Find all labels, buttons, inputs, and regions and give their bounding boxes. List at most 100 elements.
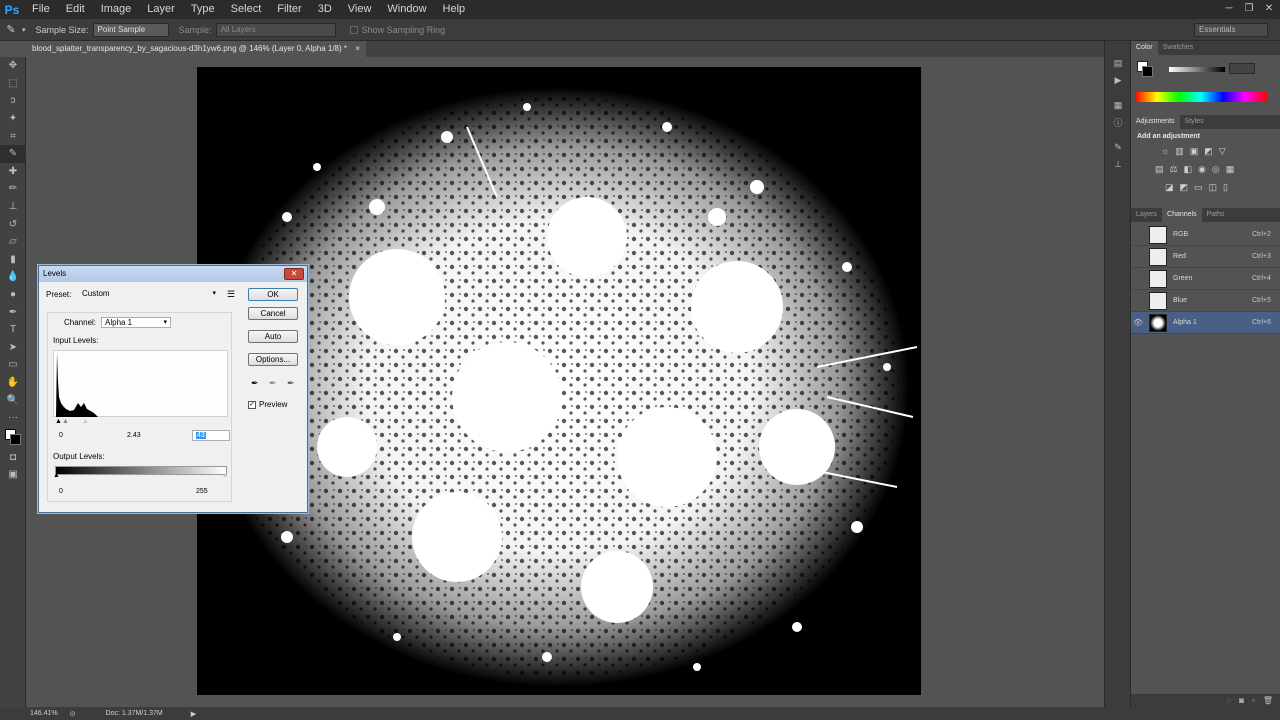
brush-tool-icon[interactable]: ✏ <box>0 180 26 198</box>
output-white-slider[interactable]: ▲ <box>222 472 229 479</box>
options-button[interactable]: Options... <box>248 353 298 366</box>
move-tool-icon[interactable]: ✥ <box>0 57 26 75</box>
menu-filter[interactable]: Filter <box>269 0 309 19</box>
tab-swatches[interactable]: Swatches <box>1158 41 1198 55</box>
history-panel-icon[interactable]: ▤ <box>1105 55 1131 72</box>
black-eyedropper-icon[interactable]: ✒ <box>251 378 259 389</box>
quick-select-tool-icon[interactable]: ✦ <box>0 110 26 128</box>
dialog-titlebar[interactable]: Levels ✕ <box>39 266 307 282</box>
save-selection-icon[interactable]: ◙ <box>1239 696 1244 705</box>
close-icon[interactable]: ✕ <box>284 268 304 280</box>
output-black-field[interactable]: 0 <box>55 486 93 497</box>
tab-channels[interactable]: Channels <box>1162 208 1202 222</box>
tab-adjustments[interactable]: Adjustments <box>1131 115 1180 129</box>
load-selection-icon[interactable]: ◌ <box>1226 696 1231 705</box>
menu-edit[interactable]: Edit <box>58 0 93 19</box>
preview-checkbox[interactable]: ✓ <box>248 401 256 409</box>
quick-mask-icon[interactable]: ◘ <box>0 448 26 466</box>
zoom-level[interactable]: 146.41% <box>30 710 58 717</box>
cancel-button[interactable]: Cancel <box>248 307 298 320</box>
type-tool-icon[interactable]: T <box>0 321 26 339</box>
output-black-slider[interactable]: ▲ <box>53 472 60 479</box>
minimize-icon[interactable]: ─ <box>1222 2 1236 14</box>
menu-layer[interactable]: Layer <box>139 0 183 19</box>
status-menu-arrow-icon[interactable]: ▶ <box>191 710 196 718</box>
tab-layers[interactable]: Layers <box>1131 208 1162 222</box>
info-panel-icon[interactable]: ⓘ <box>1105 114 1131 131</box>
menu-window[interactable]: Window <box>379 0 434 19</box>
zoom-tool-icon[interactable]: 🔍 <box>0 391 26 409</box>
marquee-tool-icon[interactable]: ⬚ <box>0 75 26 93</box>
menu-select[interactable]: Select <box>223 0 270 19</box>
sampling-ring-checkbox[interactable] <box>349 25 358 34</box>
menu-3d[interactable]: 3D <box>310 0 340 19</box>
restore-icon[interactable]: ❐ <box>1242 2 1256 14</box>
background-color-icon[interactable] <box>1142 66 1153 77</box>
auto-button[interactable]: Auto <box>248 330 298 343</box>
pen-tool-icon[interactable]: ✒ <box>0 303 26 321</box>
screen-mode-icon[interactable]: ▣ <box>0 466 26 484</box>
input-black-field[interactable]: 0 <box>55 430 93 441</box>
delete-channel-icon[interactable]: 🗑 <box>1263 696 1273 705</box>
brush-panel-icon[interactable]: ✎ <box>1105 139 1131 156</box>
menu-type[interactable]: Type <box>183 0 223 19</box>
tab-styles[interactable]: Styles <box>1180 115 1209 129</box>
sample-select[interactable]: All Layers <box>215 22 336 37</box>
actions-panel-icon[interactable]: ▶ <box>1105 72 1131 89</box>
tab-color[interactable]: Color <box>1131 41 1158 55</box>
menu-help[interactable]: Help <box>435 0 474 19</box>
menu-image[interactable]: Image <box>93 0 140 19</box>
preset-select[interactable]: Custom <box>79 289 219 300</box>
sample-size-select[interactable]: Point Sample <box>92 22 169 37</box>
channel-row-blue[interactable]: Blue Ctrl+5 <box>1131 290 1280 312</box>
more-tools-icon[interactable]: ··· <box>0 409 26 427</box>
clone-stamp-tool-icon[interactable]: ⊥ <box>0 198 26 216</box>
input-gamma-field[interactable]: 2.43 <box>123 430 161 441</box>
output-white-field[interactable]: 255 <box>192 486 230 497</box>
path-select-tool-icon[interactable]: ➤ <box>0 339 26 357</box>
lasso-tool-icon[interactable]: ↄ <box>0 92 26 110</box>
hand-tool-icon[interactable]: ✋ <box>0 374 26 392</box>
menu-view[interactable]: View <box>340 0 380 19</box>
menu-file[interactable]: File <box>24 0 58 19</box>
eyedropper-tool-icon[interactable]: ✎ <box>0 23 22 36</box>
channel-row-red[interactable]: Red Ctrl+3 <box>1131 246 1280 268</box>
ok-button[interactable]: OK <box>248 288 298 301</box>
clone-source-panel-icon[interactable]: ⊥ <box>1105 156 1131 173</box>
tool-preset-chevron-icon[interactable]: ▾ <box>22 26 26 34</box>
dodge-tool-icon[interactable]: ● <box>0 286 26 304</box>
gray-eyedropper-icon[interactable]: ✒ <box>269 378 277 389</box>
healing-brush-tool-icon[interactable]: ✚ <box>0 163 26 181</box>
properties-panel-icon[interactable]: ▦ <box>1105 97 1131 114</box>
preset-options-icon[interactable]: ☰ <box>227 289 235 300</box>
channel-row-alpha-1[interactable]: 👁 Alpha 1 Ctrl+6 <box>1131 312 1280 334</box>
close-icon[interactable]: ✕ <box>1262 2 1276 14</box>
workspace-select[interactable]: Essentials <box>1194 23 1268 37</box>
eraser-tool-icon[interactable]: ▱ <box>0 233 26 251</box>
spectrum-bar[interactable] <box>1135 92 1267 102</box>
crop-tool-icon[interactable]: ⌗ <box>0 127 26 145</box>
eye-icon[interactable]: 👁 <box>1131 318 1145 327</box>
channel-select[interactable]: Alpha 1 <box>101 317 171 328</box>
k-slider[interactable] <box>1169 67 1225 72</box>
document-tab[interactable]: blood_splatter_transparency_by_sagacious… <box>26 41 366 57</box>
eyedropper-tool-icon[interactable]: ✎ <box>0 144 26 163</box>
gradient-tool-icon[interactable]: ▮ <box>0 251 26 269</box>
history-brush-tool-icon[interactable]: ↺ <box>0 215 26 233</box>
channel-name: RGB <box>1173 231 1189 238</box>
blur-tool-icon[interactable]: 💧 <box>0 268 26 286</box>
shape-tool-icon[interactable]: ▭ <box>0 356 26 374</box>
channel-row-rgb[interactable]: RGB Ctrl+2 <box>1131 224 1280 246</box>
input-black-slider[interactable]: ▲ <box>55 418 62 425</box>
input-white-field[interactable]: 43 <box>192 430 230 441</box>
white-eyedropper-icon[interactable]: ✒ <box>287 378 295 389</box>
input-gamma-slider[interactable]: ▲ <box>62 418 69 425</box>
tab-paths[interactable]: Paths <box>1202 208 1230 222</box>
status-info-icon[interactable]: ⊙ <box>70 710 76 718</box>
channel-row-green[interactable]: Green Ctrl+4 <box>1131 268 1280 290</box>
k-value-field[interactable] <box>1229 63 1255 74</box>
color-swatches-icon[interactable] <box>0 426 26 448</box>
tab-close-icon[interactable]: × <box>355 44 360 53</box>
new-channel-icon[interactable]: ▫ <box>1252 696 1255 705</box>
input-white-slider[interactable]: ▲ <box>82 418 89 425</box>
